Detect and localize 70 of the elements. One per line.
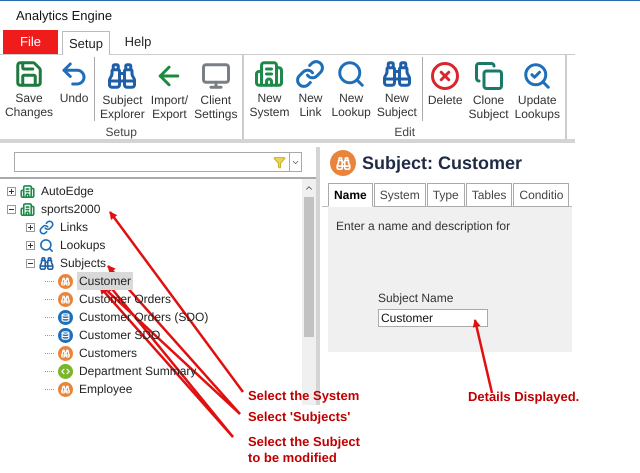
tree-item[interactable]: sports2000 bbox=[39, 200, 102, 218]
ribbon-button[interactable]: Update Lookups bbox=[512, 57, 563, 121]
tree-item[interactable]: Links bbox=[58, 218, 90, 236]
collapse-icon[interactable] bbox=[26, 258, 35, 268]
field-label: Subject Name bbox=[378, 290, 454, 307]
detail-tab[interactable]: Type bbox=[426, 183, 465, 207]
binoculars-icon bbox=[382, 59, 412, 89]
tree-item[interactable]: Employee bbox=[77, 380, 134, 398]
ribbon-button[interactable]: New Lookup bbox=[328, 55, 374, 119]
code-icon bbox=[58, 364, 73, 378]
link-icon bbox=[39, 220, 54, 234]
binoculars-icon bbox=[58, 346, 73, 360]
binoculars-icon bbox=[58, 382, 73, 396]
detail-title: Subject: Customer bbox=[362, 152, 522, 175]
building-icon bbox=[20, 184, 35, 198]
detail-tab[interactable]: Name bbox=[328, 183, 373, 207]
building-icon bbox=[20, 202, 35, 216]
group-label: Setup bbox=[106, 124, 137, 141]
group-label: Edit bbox=[394, 124, 416, 141]
search-icon bbox=[39, 238, 54, 252]
detail-tab[interactable]: Tables bbox=[466, 183, 512, 207]
detail-tab[interactable]: Conditio bbox=[513, 183, 570, 207]
expand-icon[interactable] bbox=[26, 222, 35, 232]
search-icon bbox=[336, 59, 366, 89]
ribbon-tab[interactable]: Setup bbox=[62, 31, 110, 55]
expand-icon[interactable] bbox=[7, 186, 16, 196]
database-icon bbox=[58, 310, 73, 324]
ribbon-tab[interactable]: Help bbox=[114, 30, 162, 54]
tree-item[interactable]: Subjects bbox=[58, 254, 108, 272]
building-icon bbox=[254, 59, 284, 89]
ribbon-button[interactable]: Client Settings bbox=[191, 57, 240, 121]
ribbon-button[interactable]: New Link bbox=[292, 55, 328, 119]
monitor-icon bbox=[200, 61, 231, 91]
copy-icon bbox=[474, 61, 504, 91]
ribbon-button[interactable]: New System bbox=[246, 55, 292, 119]
binoculars-icon bbox=[39, 256, 54, 270]
window-title: Analytics Engine bbox=[16, 6, 112, 25]
tree-item[interactable]: Lookups bbox=[58, 236, 108, 254]
ribbon-button[interactable]: New Subject bbox=[374, 55, 420, 119]
collapse-icon[interactable] bbox=[7, 204, 16, 214]
ribbon-button[interactable]: Subject Explorer bbox=[97, 57, 148, 121]
annotation-text: Details Displayed. bbox=[468, 389, 580, 405]
annotation-text: Select 'Subjects' bbox=[248, 409, 350, 425]
ribbon-button[interactable]: Clone Subject bbox=[466, 57, 512, 121]
binoculars-icon bbox=[58, 274, 73, 288]
binoculars-icon bbox=[58, 292, 73, 306]
detail-tab[interactable]: System bbox=[374, 183, 426, 207]
search-icon bbox=[522, 61, 552, 91]
save-icon bbox=[14, 59, 44, 89]
dropdown-button[interactable] bbox=[289, 153, 301, 171]
filter-icon bbox=[273, 156, 286, 168]
expand-icon[interactable] bbox=[26, 240, 35, 250]
link-icon bbox=[295, 59, 326, 89]
subject-name-field[interactable]: Customer bbox=[378, 309, 488, 327]
tree-item[interactable]: Customer bbox=[77, 272, 134, 290]
ribbon-button[interactable]: Undo bbox=[56, 55, 92, 105]
file-button[interactable]: File bbox=[3, 30, 58, 54]
annotation-text: Select the System bbox=[248, 388, 360, 404]
database-icon bbox=[58, 328, 73, 342]
tree-item[interactable]: Customers bbox=[77, 344, 140, 362]
tree-item[interactable]: AutoEdge bbox=[39, 182, 96, 200]
delete-icon bbox=[430, 61, 460, 91]
annotation-text: Select the Subject to be modified bbox=[248, 434, 360, 466]
ribbon-button[interactable]: Save Changes bbox=[2, 55, 56, 119]
ribbon-button[interactable]: Import/ Export bbox=[148, 57, 192, 121]
filter-field[interactable] bbox=[14, 152, 302, 172]
ribbon-button[interactable]: Delete bbox=[424, 57, 466, 107]
instructions-text: Enter a name and description for bbox=[336, 218, 512, 235]
binoculars-icon bbox=[107, 61, 138, 91]
binoculars-icon bbox=[330, 150, 356, 176]
